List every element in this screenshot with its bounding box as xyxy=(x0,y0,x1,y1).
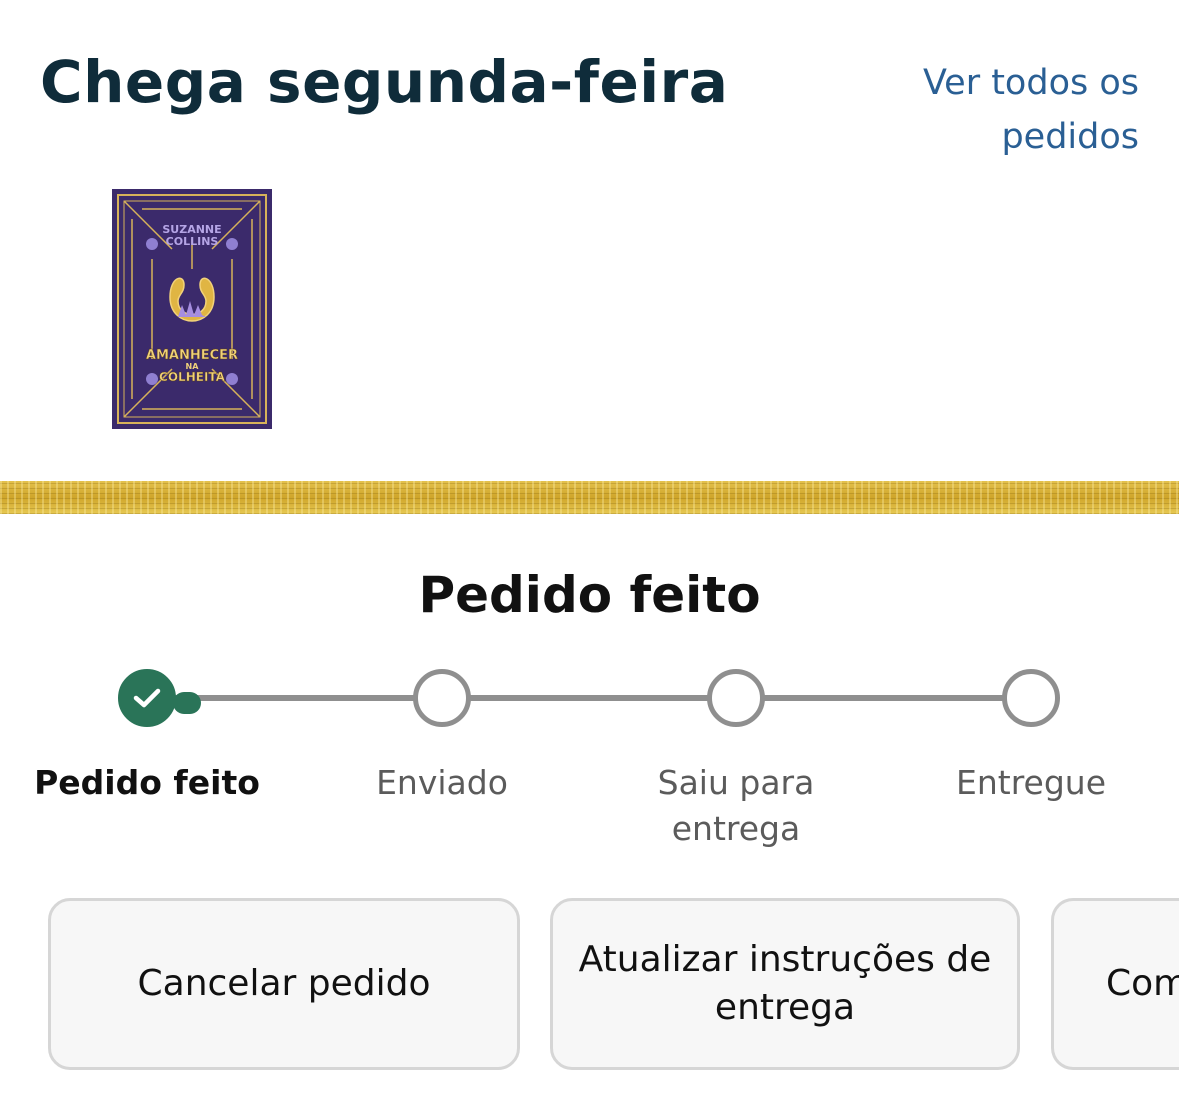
step-label-out-for-delivery: Saiu para entrega xyxy=(657,763,815,848)
delivery-heading: Chega segunda-feira xyxy=(40,48,729,116)
decorative-gold-band xyxy=(0,481,1179,514)
book-cover-image[interactable]: SUZANNE COLLINS AMANHECER NA COLHEITA xyxy=(112,189,272,429)
step-dot-delivered xyxy=(1002,669,1060,727)
partially-visible-action-button[interactable]: Com xyxy=(1051,898,1179,1070)
order-progress-tracker: Pedido feito Enviado Saiu para entrega E… xyxy=(0,668,1179,848)
update-delivery-instructions-button[interactable]: Atualizar instruções de entrega xyxy=(550,898,1020,1070)
step-label-shipped: Enviado xyxy=(376,763,508,802)
cancel-order-button[interactable]: Cancelar pedido xyxy=(48,898,520,1070)
book-title-line3: COLHEITA xyxy=(159,370,226,384)
step-label-ordered: Pedido feito xyxy=(34,763,260,802)
progress-track-line xyxy=(147,695,1031,701)
see-all-orders-line2: pedidos xyxy=(1001,117,1139,157)
check-icon xyxy=(133,688,161,708)
step-dot-ordered xyxy=(118,669,201,727)
order-status-title: Pedido feito xyxy=(418,566,761,624)
see-all-orders-link[interactable]: Ver todos os pedidos xyxy=(839,56,1139,164)
book-author-line2: COLLINS xyxy=(166,235,219,248)
step-dot-shipped xyxy=(413,669,471,727)
step-label-delivered: Entregue xyxy=(955,763,1106,802)
step-dot-out-for-delivery xyxy=(707,669,765,727)
book-title-line1: AMANHECER xyxy=(146,348,238,363)
see-all-orders-line1: Ver todos os xyxy=(922,63,1139,103)
book-cover-art: SUZANNE COLLINS AMANHECER NA COLHEITA xyxy=(112,189,272,429)
